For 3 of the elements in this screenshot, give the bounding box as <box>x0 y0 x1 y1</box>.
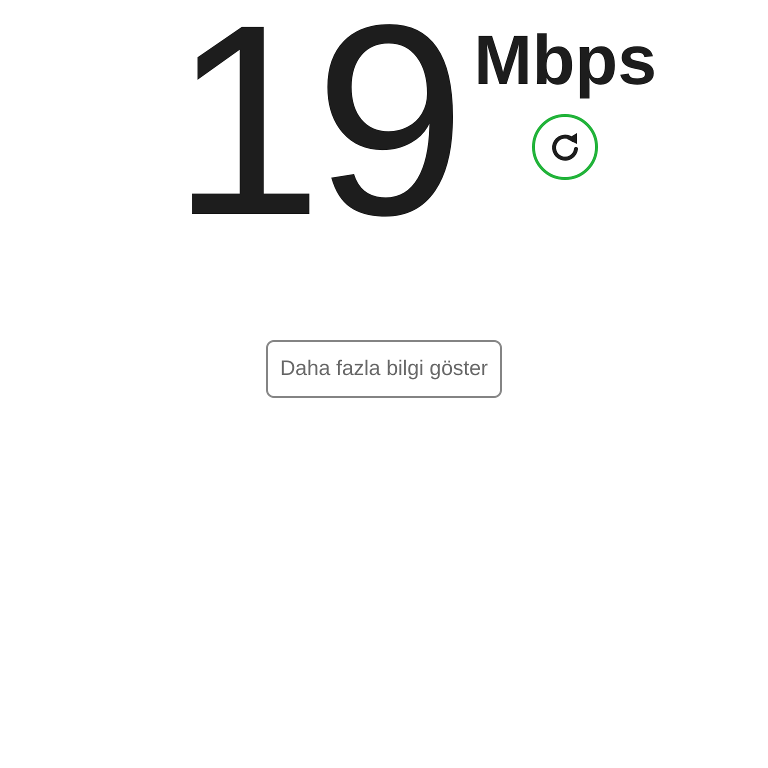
speed-value: 19 <box>171 0 458 240</box>
more-info-button[interactable]: Daha fazla bilgi göster <box>266 340 502 398</box>
speed-unit: Mbps <box>474 22 657 98</box>
